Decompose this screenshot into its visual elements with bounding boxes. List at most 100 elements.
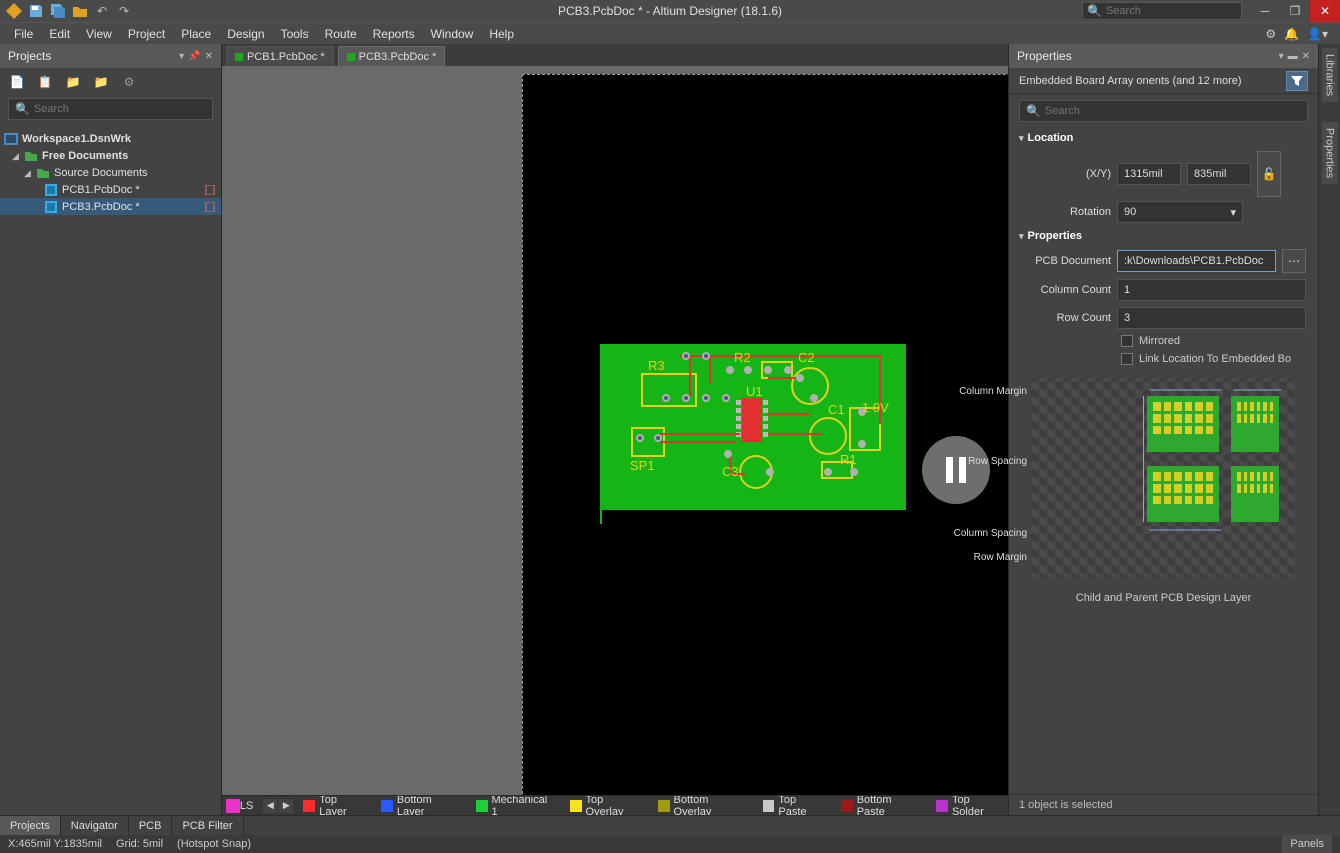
new-doc-icon[interactable]: 📄 [8,73,26,91]
lock-button[interactable]: 🔓 [1257,151,1281,197]
modified-icon [205,202,215,212]
layer-swatch[interactable] [936,800,948,812]
properties-header: Properties ▾ ▬ ✕ [1009,44,1318,68]
user-icon[interactable]: 👤▾ [1307,27,1328,41]
menu-project[interactable]: Project [120,23,173,45]
layer-set-label[interactable]: LS [240,800,253,812]
linklocation-check[interactable]: Link Location To Embedded Bo [1009,350,1318,368]
save-icon[interactable] [28,3,44,19]
properties-search-input[interactable] [1045,105,1301,117]
layer-tab[interactable]: Top Paste [778,795,826,815]
layer-nav-prev[interactable]: ◀ [263,799,277,813]
pcb-canvas[interactable]: ✥ ▭ 📊 ⟋ △ ● ▪ 🖼 ↔ A ╱ [222,66,1008,795]
notifications-icon[interactable]: 🔔 [1284,27,1299,41]
settings-gear-icon[interactable]: ⚙ [120,73,138,91]
expand-icon[interactable]: ◢ [24,168,34,178]
layer-set-swatch[interactable] [226,799,240,813]
rowcount-input[interactable]: 3 [1117,307,1306,329]
open-folder-icon[interactable] [72,3,88,19]
document-tab[interactable]: PCB1.PcbDoc * [226,46,334,66]
tree-file[interactable]: PCB3.PcbDoc * [0,198,221,215]
pcbdoc-input[interactable]: :k\Downloads\PCB1.PcbDoc [1117,250,1276,272]
x-input[interactable]: 1315mil [1117,163,1181,185]
layer-swatch[interactable] [570,800,582,812]
layer-swatch[interactable] [476,800,488,812]
panel-dropdown-icon[interactable]: ▾ [179,51,184,62]
menu-help[interactable]: Help [481,23,522,45]
panels-button[interactable]: Panels [1282,835,1332,853]
document-tab[interactable]: PCB3.PcbDoc * [338,46,446,66]
pcb-board-render[interactable]: R3 R2 C2 U1 C1 1 0V SP1 C3 R1 [600,344,906,510]
menu-tools[interactable]: Tools [273,23,317,45]
menu-window[interactable]: Window [423,23,482,45]
tree-source-documents[interactable]: ◢ Source Documents [0,164,221,181]
menu-edit[interactable]: Edit [41,23,78,45]
close-button[interactable]: ✕ [1310,0,1340,22]
rowmargin-label: Row Margin [974,552,1031,563]
section-properties[interactable]: Properties [1009,226,1318,246]
bottom-tab-pcbfilter[interactable]: PCB Filter [172,816,243,836]
layer-swatch[interactable] [763,800,775,812]
panel-pin-icon[interactable]: 📌 [188,51,200,62]
redo-icon[interactable]: ↷ [116,3,132,19]
layer-tab[interactable]: Top Solder [952,795,1004,815]
minimize-button[interactable]: ─ [1250,0,1280,22]
layer-tab[interactable]: Bottom Paste [857,795,922,815]
browse-button[interactable]: ⋯ [1282,249,1306,273]
panel-close-icon[interactable]: ✕ [205,51,213,62]
projects-tree[interactable]: Workspace1.DsnWrk ◢ Free Documents ◢ Sou… [0,126,221,815]
layer-tab[interactable]: Bottom Layer [397,795,462,815]
global-search-input[interactable] [1106,5,1237,17]
bottom-tab-navigator[interactable]: Navigator [61,816,129,836]
menu-design[interactable]: Design [219,23,272,45]
rotation-select[interactable]: 90▾ [1117,201,1243,223]
projects-search[interactable]: 🔍 [8,98,213,120]
menu-file[interactable]: File [6,23,41,45]
properties-search[interactable]: 🔍 [1019,100,1308,122]
search-icon: 🔍 [1087,4,1102,18]
y-input[interactable]: 835mil [1187,163,1251,185]
section-location[interactable]: Location [1009,128,1318,148]
layer-swatch[interactable] [841,800,853,812]
layer-nav-next[interactable]: ▶ [279,799,293,813]
menu-view[interactable]: View [78,23,120,45]
filter-button[interactable] [1286,71,1308,91]
layer-swatch[interactable] [381,800,393,812]
svg-text:R3: R3 [648,358,665,373]
projects-search-input[interactable] [34,103,206,115]
panel-pin-icon[interactable]: ▬ [1288,51,1298,62]
menu-route[interactable]: Route [317,23,365,45]
bottom-tab-projects[interactable]: Projects [0,816,61,836]
child-parent-label: Child and Parent PCB Design Layer [1009,584,1318,612]
settings-icon[interactable]: ⚙ [1265,27,1276,41]
colcount-input[interactable]: 1 [1117,279,1306,301]
folder-add-icon[interactable]: 📁 [92,73,110,91]
layer-tab[interactable]: Mechanical 1 [492,795,556,815]
folder-icon[interactable]: 📁 [64,73,82,91]
maximize-button[interactable]: ❐ [1280,0,1310,22]
expand-icon[interactable]: ◢ [12,151,22,161]
tree-workspace[interactable]: Workspace1.DsnWrk [0,130,221,147]
tree-file[interactable]: PCB1.PcbDoc * [0,181,221,198]
pause-overlay-button[interactable] [922,436,990,504]
layer-swatch[interactable] [303,800,315,812]
menu-reports[interactable]: Reports [365,23,423,45]
layer-tab[interactable]: Bottom Overlay [674,795,749,815]
layer-tab[interactable]: Top Overlay [586,795,644,815]
projects-panel-title: Projects [8,49,51,63]
panel-close-icon[interactable]: ✕ [1302,51,1310,62]
undo-icon[interactable]: ↶ [94,3,110,19]
bottom-tab-pcb[interactable]: PCB [129,816,173,836]
copy-icon[interactable]: 📋 [36,73,54,91]
libraries-tab[interactable]: Libraries [1322,48,1338,102]
properties-tab[interactable]: Properties [1322,122,1338,184]
menu-place[interactable]: Place [173,23,219,45]
layer-swatch[interactable] [658,800,670,812]
mirrored-check[interactable]: Mirrored [1009,332,1318,350]
tree-free-documents[interactable]: ◢ Free Documents [0,147,221,164]
save-all-icon[interactable] [50,3,66,19]
layer-tab[interactable]: Top Layer [319,795,367,815]
panel-dropdown-icon[interactable]: ▾ [1279,51,1284,62]
properties-title: Properties [1017,49,1072,63]
global-search[interactable]: 🔍 [1082,2,1242,20]
